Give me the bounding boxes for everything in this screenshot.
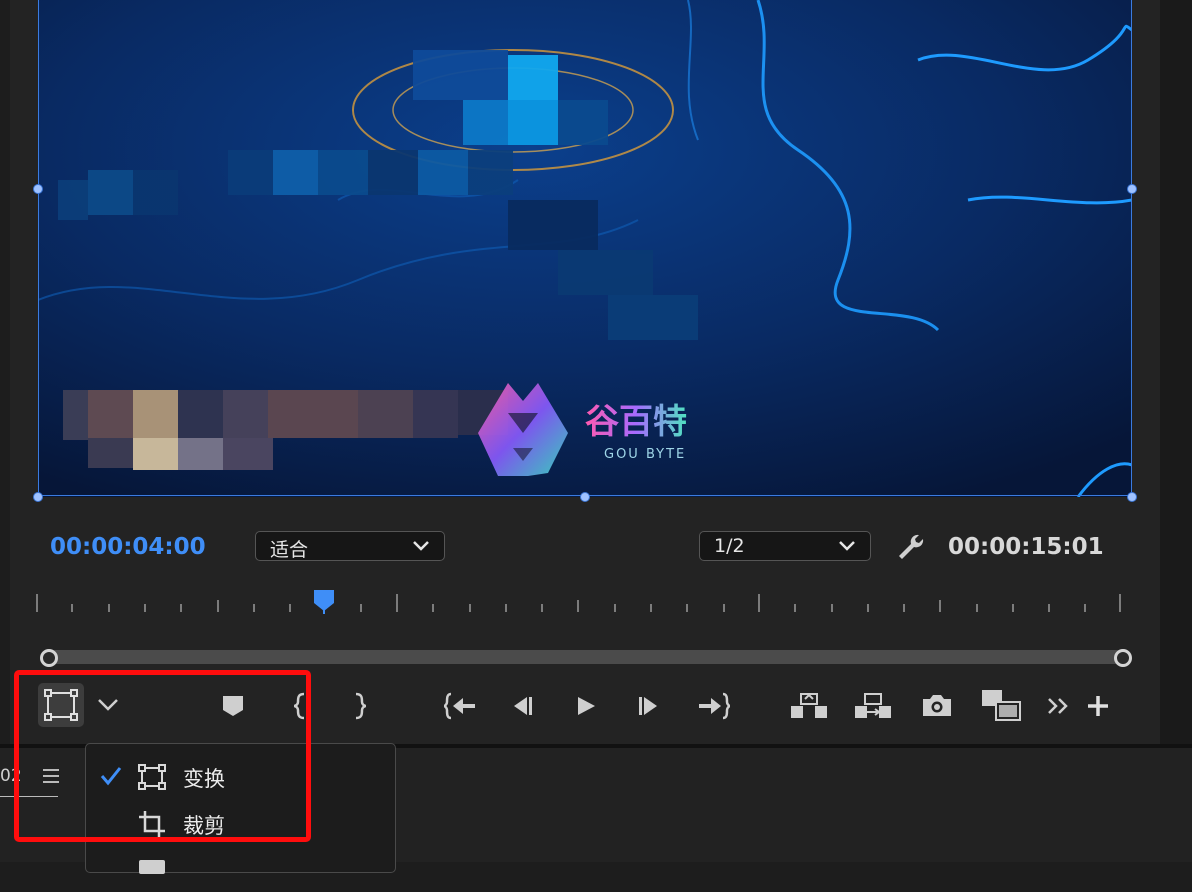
duration-timecode: 00:00:15:01 bbox=[948, 534, 1104, 560]
button-editor[interactable] bbox=[1086, 694, 1110, 718]
menu-item-icon bbox=[139, 860, 165, 874]
lift-button[interactable] bbox=[789, 690, 829, 720]
zoom-level-value: 适合 bbox=[270, 539, 309, 561]
zoom-bar-start-handle[interactable] bbox=[40, 649, 58, 667]
zoom-bar-end-handle[interactable] bbox=[1114, 649, 1132, 667]
go-to-in-button[interactable] bbox=[443, 692, 477, 720]
video-preview[interactable]: 谷百特 GOU BYTE bbox=[38, 0, 1132, 497]
panel-edge bbox=[1160, 0, 1192, 744]
lift-icon bbox=[791, 693, 827, 718]
annotation-highlight-box bbox=[14, 670, 311, 842]
chevron-down-icon bbox=[413, 541, 429, 551]
time-ruler[interactable] bbox=[35, 590, 1125, 618]
play-button[interactable] bbox=[575, 694, 597, 718]
watermark-brand-text: 谷百特 bbox=[585, 402, 687, 442]
step-forward-button[interactable] bbox=[636, 694, 660, 718]
playhead[interactable] bbox=[314, 590, 334, 614]
go-to-out-button[interactable] bbox=[697, 692, 731, 720]
comparison-icon bbox=[982, 690, 1021, 721]
current-timecode[interactable]: 00:00:04:00 bbox=[50, 534, 206, 560]
transform-handle-left[interactable] bbox=[33, 184, 43, 194]
zoom-level-select[interactable]: 适合 bbox=[255, 531, 445, 561]
go-to-out-icon bbox=[699, 692, 731, 720]
go-to-in-icon bbox=[443, 692, 475, 720]
zoom-scroll-bar[interactable] bbox=[48, 650, 1124, 664]
extract-icon bbox=[855, 693, 891, 718]
transform-handle-bottom[interactable] bbox=[580, 492, 590, 502]
extract-button[interactable] bbox=[853, 690, 893, 720]
video-frame-image: 谷百特 GOU BYTE bbox=[38, 0, 1132, 497]
more-controls-button[interactable] bbox=[1046, 696, 1072, 716]
double-chevron-right-icon bbox=[1048, 698, 1068, 714]
step-forward-icon bbox=[639, 697, 657, 715]
resolution-value: 1/2 bbox=[714, 535, 745, 557]
step-back-button[interactable] bbox=[511, 694, 535, 718]
chevron-down-icon bbox=[839, 541, 855, 551]
mark-out-icon bbox=[355, 692, 367, 720]
transform-handle-right[interactable] bbox=[1127, 184, 1137, 194]
transform-handle-bottom-right[interactable] bbox=[1127, 492, 1137, 502]
comparison-view-button[interactable] bbox=[980, 688, 1022, 722]
menu-item-partial bbox=[86, 848, 395, 892]
export-frame-button[interactable] bbox=[921, 692, 953, 718]
step-back-icon bbox=[514, 697, 532, 715]
mark-out-button[interactable] bbox=[351, 692, 367, 720]
transform-handle-bottom-left[interactable] bbox=[33, 492, 43, 502]
play-icon bbox=[578, 697, 595, 715]
plus-icon bbox=[1088, 696, 1108, 716]
camera-icon bbox=[923, 695, 951, 716]
wrench-icon[interactable] bbox=[896, 532, 926, 562]
playback-resolution-select[interactable]: 1/2 bbox=[699, 531, 871, 561]
watermark-subtitle: GOU BYTE bbox=[604, 447, 686, 462]
